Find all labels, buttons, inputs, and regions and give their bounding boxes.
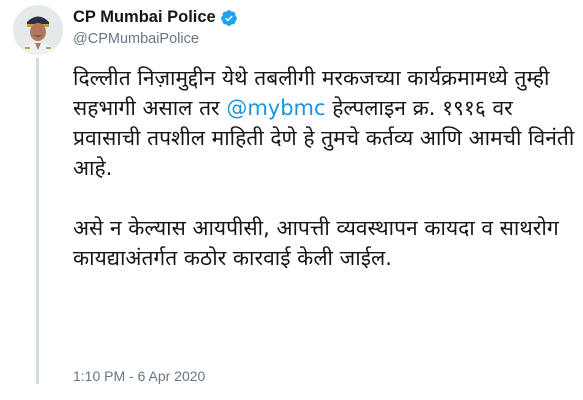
tweet-card: CP Mumbai Police @CPMumbaiPolice दिल्लीत… <box>0 0 583 400</box>
mention-link[interactable]: @mybmc <box>226 96 325 120</box>
author-display-name[interactable]: CP Mumbai Police <box>73 8 216 27</box>
author-handle[interactable]: @CPMumbaiPolice <box>73 31 199 47</box>
tweet-timestamp[interactable]: 1:10 PM - 6 Apr 2020 <box>73 368 205 384</box>
tweet-body: दिल्लीत निज़ामुद्दीन येथे तबलीगी मरकजच्य… <box>73 63 578 273</box>
tweet-paragraph-2: असे न केल्यास आयपीसी, आपत्ती व्यवस्थापन … <box>73 216 559 270</box>
thread-line <box>36 58 39 384</box>
author-row: CP Mumbai Police <box>73 8 238 27</box>
police-officer-avatar-image <box>13 5 63 55</box>
avatar[interactable] <box>13 5 63 55</box>
verified-badge-icon <box>220 9 238 27</box>
tweet-paragraph-1: दिल्लीत निज़ामुद्दीन येथे तबलीगी मरकजच्य… <box>73 63 578 183</box>
